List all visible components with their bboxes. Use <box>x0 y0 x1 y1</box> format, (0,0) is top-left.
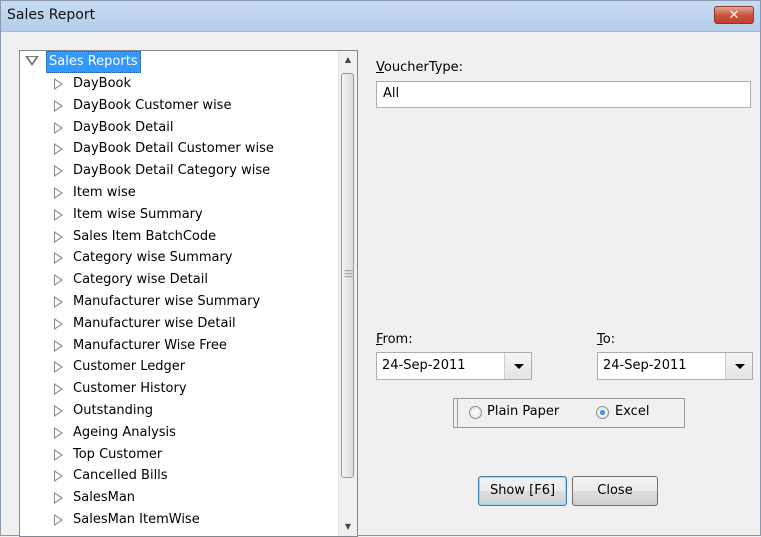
tree-item[interactable]: Manufacturer wise Summary <box>20 291 338 313</box>
tree-item-label: Manufacturer wise Summary <box>73 293 261 309</box>
tree-item-label: DayBook Detail Customer wise <box>73 141 274 157</box>
tree-item[interactable]: Category wise Detail <box>20 269 338 291</box>
collapsed-triangle-right-icon[interactable] <box>54 295 63 308</box>
collapsed-triangle-right-icon[interactable] <box>54 252 63 265</box>
tree-item-label: Cancelled Bills <box>73 468 168 484</box>
collapsed-triangle-right-icon[interactable] <box>54 121 63 134</box>
collapsed-triangle-right-icon[interactable] <box>54 492 63 505</box>
expand-triangle-down-icon[interactable] <box>25 56 39 66</box>
tree-item[interactable]: Cancelled Bills <box>20 465 338 487</box>
tree-item-label: SalesMan <box>73 490 136 506</box>
tree-item-label: Customer History <box>73 381 187 397</box>
tree-scrollbar[interactable]: ▲ — — — ▼ <box>338 51 357 536</box>
collapsed-triangle-right-icon[interactable] <box>54 99 63 112</box>
tree-item-label: DayBook Detail Category wise <box>73 163 271 179</box>
tree-item[interactable]: Customer Ledger <box>20 356 338 378</box>
output-format-group: Plain Paper Excel <box>453 398 685 428</box>
tree-root-label: Sales Reports <box>46 51 141 73</box>
tree-item[interactable]: Outstanding <box>20 400 338 422</box>
tree-item[interactable]: SalesMan ItemWise <box>20 509 338 531</box>
tree-item-label: SalesMan ItemWise <box>73 511 200 527</box>
tree-item-label: Manufacturer wise Detail <box>73 315 236 331</box>
to-dropdown-arrow-icon[interactable] <box>725 353 752 379</box>
tree-item-label: Item wise <box>73 184 136 200</box>
tree-item[interactable]: DayBook Detail Category wise <box>20 160 338 182</box>
voucher-type-label: VoucherType: <box>376 60 464 75</box>
scroll-up-arrow-icon[interactable]: ▲ <box>339 51 357 69</box>
tree-item-label: DayBook <box>73 76 132 91</box>
scroll-down-arrow-icon[interactable]: ▼ <box>339 518 357 536</box>
to-label: To: <box>597 332 616 347</box>
tree-item-label: Item wise Summary <box>73 206 203 222</box>
show-button[interactable]: Show [F6] <box>478 476 567 506</box>
from-date-value: 24-Sep-2011 <box>382 358 466 373</box>
to-date-picker[interactable]: 24-Sep-2011 <box>597 352 753 380</box>
tree-root-sales-reports[interactable]: Sales Reports <box>20 51 338 73</box>
tree-item[interactable]: DayBook Customer wise <box>20 95 338 117</box>
collapsed-triangle-right-icon[interactable] <box>54 165 63 178</box>
from-date-picker[interactable]: 24-Sep-2011 <box>376 352 532 380</box>
collapsed-triangle-right-icon[interactable] <box>54 339 63 352</box>
tree-item-label: Manufacturer Wise Free <box>73 337 227 353</box>
tree-item-label: Top Customer <box>73 446 163 462</box>
from-label: From: <box>376 332 413 347</box>
tree-item-label: Category wise Summary <box>73 250 233 266</box>
collapsed-triangle-right-icon[interactable] <box>54 404 63 417</box>
voucher-type-value: All <box>383 86 400 101</box>
tree-item-label: DayBook Customer wise <box>73 97 232 113</box>
collapsed-triangle-right-icon[interactable] <box>54 208 63 221</box>
voucher-type-input[interactable]: All <box>376 81 751 108</box>
collapsed-triangle-right-icon[interactable] <box>54 230 63 243</box>
collapsed-triangle-right-icon[interactable] <box>54 448 63 461</box>
tree-item[interactable]: Category wise Summary <box>20 247 338 269</box>
from-dropdown-arrow-icon[interactable] <box>504 353 531 379</box>
collapsed-triangle-right-icon[interactable] <box>54 143 63 156</box>
tree-item[interactable]: Item wise Summary <box>20 204 338 226</box>
plain-paper-label[interactable]: Plain Paper <box>487 404 559 419</box>
tree-item[interactable]: DayBook <box>20 73 338 95</box>
tree-item[interactable]: Item wise <box>20 182 338 204</box>
tree-item[interactable]: SalesMan <box>20 487 338 509</box>
to-date-value: 24-Sep-2011 <box>603 358 687 373</box>
excel-label[interactable]: Excel <box>615 404 649 419</box>
grip-icon: — — — <box>344 266 353 282</box>
tree-item[interactable]: Sales Item BatchCode <box>20 226 338 248</box>
collapsed-triangle-right-icon[interactable] <box>54 361 63 374</box>
tree-list: Sales Reports DayBook DayBook Customer wi… <box>20 51 338 531</box>
report-tree[interactable]: Sales Reports DayBook DayBook Customer wi… <box>19 50 358 537</box>
collapsed-triangle-right-icon[interactable] <box>54 78 63 90</box>
collapsed-triangle-right-icon[interactable] <box>54 513 63 526</box>
tree-item-label: Category wise Detail <box>73 272 208 288</box>
tree-item[interactable]: Customer History <box>20 378 338 400</box>
collapsed-triangle-right-icon[interactable] <box>54 317 63 330</box>
tree-item[interactable]: Top Customer <box>20 444 338 466</box>
sales-report-window: Sales Report ✕ Sales Reports DayBook DayB… <box>0 0 761 537</box>
close-window-button[interactable]: ✕ <box>714 6 754 24</box>
tree-item-label: DayBook Detail <box>73 119 174 135</box>
collapsed-triangle-right-icon[interactable] <box>54 186 63 199</box>
close-icon: ✕ <box>728 8 740 23</box>
tree-item-label: Sales Item BatchCode <box>73 228 217 244</box>
tree-item[interactable]: DayBook Detail <box>20 117 338 139</box>
window-title: Sales Report <box>7 7 96 23</box>
excel-radio[interactable] <box>596 406 609 419</box>
title-bar[interactable]: Sales Report ✕ <box>1 1 760 32</box>
close-button[interactable]: Close <box>572 476 658 506</box>
tree-item[interactable]: Manufacturer Wise Free <box>20 335 338 357</box>
tree-item-label: Customer Ledger <box>73 359 186 375</box>
tree-item[interactable]: Ageing Analysis <box>20 422 338 444</box>
scroll-thumb[interactable]: — — — <box>341 73 354 478</box>
tree-item[interactable]: DayBook Detail Customer wise <box>20 138 338 160</box>
tree-item[interactable]: Manufacturer wise Detail <box>20 313 338 335</box>
collapsed-triangle-right-icon[interactable] <box>54 470 63 483</box>
collapsed-triangle-right-icon[interactable] <box>54 274 63 287</box>
tree-item-label: Ageing Analysis <box>73 424 176 440</box>
collapsed-triangle-right-icon[interactable] <box>54 426 63 439</box>
tree-item-label: Outstanding <box>73 402 153 418</box>
collapsed-triangle-right-icon[interactable] <box>54 383 63 396</box>
plain-paper-radio[interactable] <box>469 406 482 419</box>
